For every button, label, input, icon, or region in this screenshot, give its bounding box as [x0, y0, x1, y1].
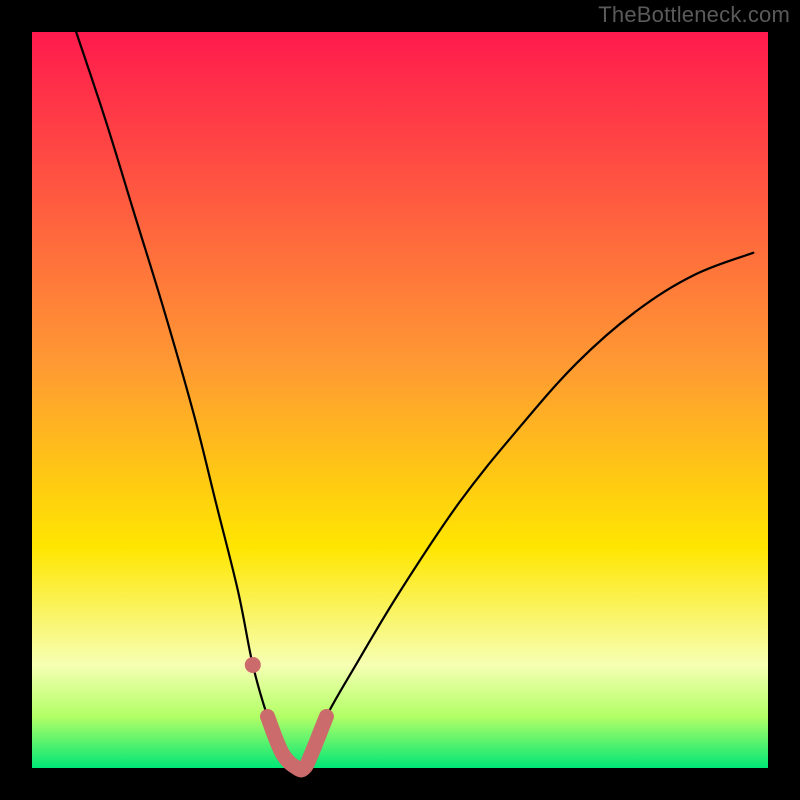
bottleneck-chart: [0, 0, 800, 800]
chart-container: TheBottleneck.com: [0, 0, 800, 800]
highlight-dot: [245, 657, 261, 673]
plot-background: [32, 32, 768, 768]
